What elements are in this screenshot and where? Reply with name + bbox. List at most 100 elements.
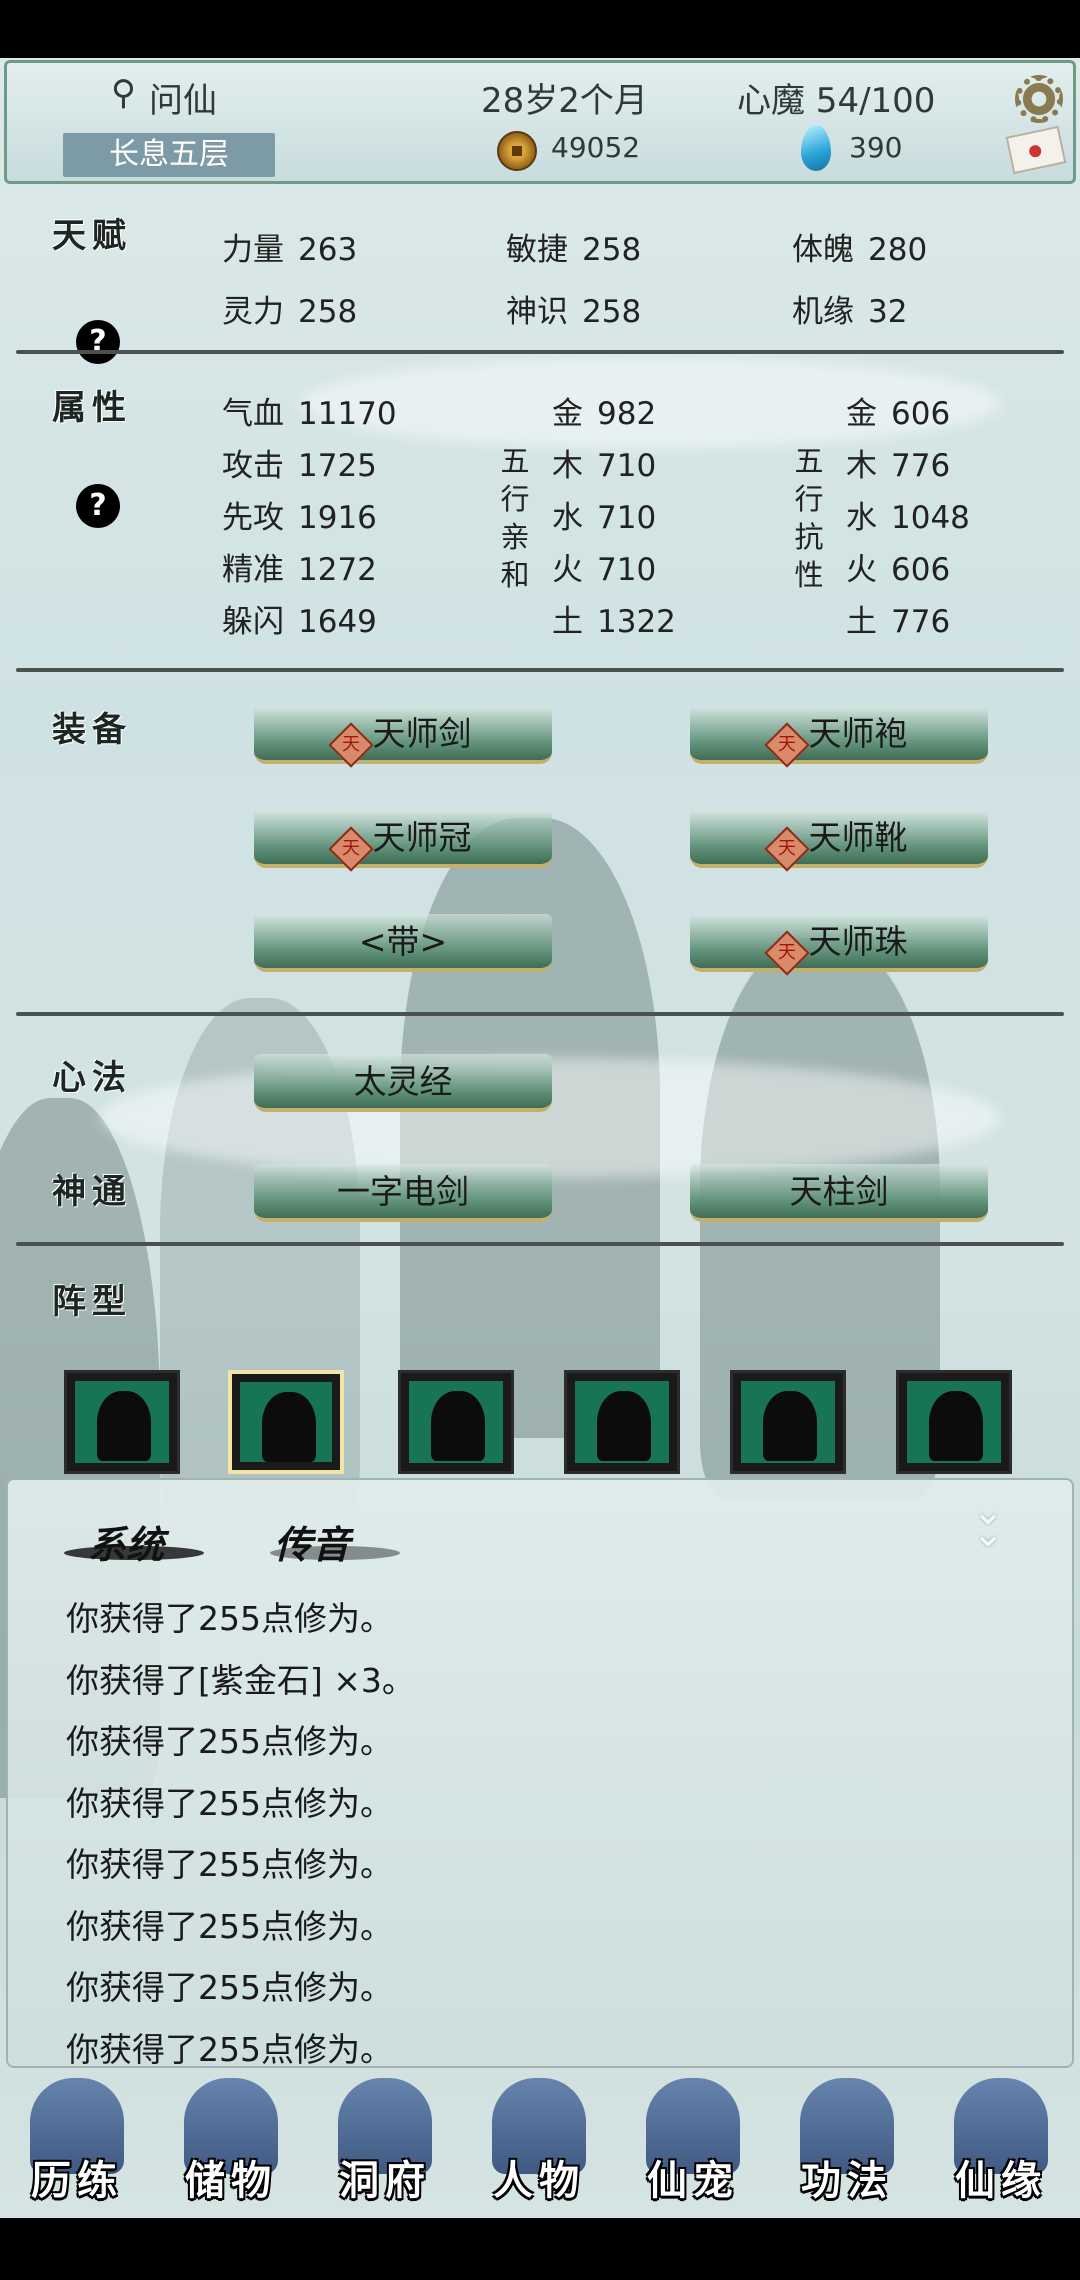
nav-item[interactable]: 功法 <box>770 2070 924 2218</box>
affinity-stat-label: 火 <box>552 552 583 588</box>
formation-slot[interactable] <box>564 1370 680 1474</box>
talent-stat: 灵力 258 <box>222 286 357 331</box>
double-chevron-down-icon[interactable]: ⌄ ⌄ <box>966 1492 1010 1552</box>
resist-stat: 火 606 <box>846 544 950 589</box>
coin-icon <box>497 131 537 171</box>
equipment-button[interactable]: 天天师靴 <box>690 810 988 872</box>
message-line: 你获得了255点修为。 <box>66 2029 393 2069</box>
talent-help-icon[interactable]: ? <box>76 320 120 364</box>
nav-item[interactable]: 历练 <box>0 2070 154 2218</box>
attr-stat-value: 1916 <box>298 500 377 536</box>
formation-slot[interactable] <box>896 1370 1012 1474</box>
equipment-button[interactable]: <带> <box>254 914 552 972</box>
nav-item[interactable]: 仙宠 <box>616 2070 770 2218</box>
talent-stat-value: 258 <box>298 294 358 330</box>
status-bar: ⚲ 问仙 长息五层 28岁2个月 心魔 54/100 49052 390 <box>4 60 1076 184</box>
talent-stat-label: 机缘 <box>792 294 854 330</box>
skill-button-1[interactable]: 一字电剑 <box>254 1164 552 1222</box>
resist-stat-label: 木 <box>846 448 877 484</box>
nav-label: 历练 <box>31 2158 123 2204</box>
tian-badge-icon: 天 <box>327 722 374 768</box>
tian-badge-text: 天 <box>341 734 360 755</box>
coin-count: 49052 <box>551 131 641 164</box>
attr-stat-value: 1272 <box>298 552 377 588</box>
affinity-label-char: 亲 <box>500 520 530 554</box>
equipment-name: 天师靴 <box>808 818 908 857</box>
tab-system[interactable]: 系统 <box>88 1514 164 1569</box>
divider <box>16 350 1064 354</box>
affinity-stat-value: 1322 <box>597 604 676 640</box>
mail-icon[interactable] <box>1005 125 1067 175</box>
equipment-name: 天师袍 <box>808 714 908 753</box>
resist-stat-value: 606 <box>891 552 951 588</box>
attr-stat: 先攻 1916 <box>222 492 377 537</box>
affinity-stat-value: 710 <box>597 448 657 484</box>
affinity-stat-value: 982 <box>597 396 657 432</box>
nav-label: 洞府 <box>339 2158 431 2204</box>
equipment-button[interactable]: 天天师冠 <box>254 810 552 872</box>
talent-stat-value: 263 <box>298 232 358 268</box>
message-line: 你获得了255点修为。 <box>66 1783 393 1823</box>
app-root: ⚲ 问仙 长息五层 28岁2个月 心魔 54/100 49052 390 天赋 … <box>0 58 1080 2218</box>
player-age: 28岁2个月 <box>481 81 648 121</box>
resist-stat: 水 1048 <box>846 492 970 537</box>
resist-stat-label: 火 <box>846 552 877 588</box>
settings-gear-icon[interactable] <box>1015 75 1063 123</box>
affinity-stat: 木 710 <box>552 440 656 485</box>
realm-badge[interactable]: 长息五层 <box>63 133 275 177</box>
talent-stat-label: 体魄 <box>792 232 854 268</box>
attr-stat: 攻击 1725 <box>222 440 377 485</box>
affinity-stat-label: 土 <box>552 604 583 640</box>
tian-badge-text: 天 <box>777 734 796 755</box>
equipment-button[interactable]: 天天师袍 <box>690 706 988 768</box>
affinity-label-char: 行 <box>500 482 530 516</box>
equipment-name: 天师剑 <box>372 714 472 753</box>
talent-stat: 力量 263 <box>222 224 357 269</box>
equipment-button[interactable]: 天天师珠 <box>690 914 988 976</box>
affinity-stat: 金 982 <box>552 388 656 433</box>
resist-label-char: 五 <box>794 444 824 478</box>
skill-button-2[interactable]: 天柱剑 <box>690 1164 988 1222</box>
nav-label: 人物 <box>493 2158 585 2204</box>
formation-slot[interactable] <box>64 1370 180 1474</box>
talent-stat: 机缘 32 <box>792 286 907 331</box>
formation-slot[interactable] <box>398 1370 514 1474</box>
formation-slot[interactable] <box>228 1370 344 1474</box>
unit-silhouette-icon <box>763 1391 817 1461</box>
section-label-method: 心法 <box>52 1058 132 1098</box>
affinity-vertical-label: 五行亲和 <box>498 442 532 594</box>
section-label-talent: 天赋 <box>52 216 132 256</box>
equipment-button[interactable]: 天天师剑 <box>254 706 552 768</box>
section-label-attributes: 属性 <box>52 388 132 428</box>
resist-label-char: 性 <box>794 558 824 592</box>
tian-badge-text: 天 <box>777 942 796 963</box>
tian-badge-icon: 天 <box>327 826 374 872</box>
attributes-help-icon[interactable]: ? <box>76 484 120 528</box>
resist-label-char: 行 <box>794 482 824 516</box>
nav-label: 仙宠 <box>647 2158 739 2204</box>
nav-item[interactable]: 人物 <box>462 2070 616 2218</box>
resist-label-char: 抗 <box>794 520 824 554</box>
attr-stat-label: 先攻 <box>222 500 284 536</box>
talent-stat: 神识 258 <box>506 286 641 331</box>
message-line: 你获得了[紫金石] ×3。 <box>66 1660 415 1700</box>
attr-stat-label: 攻击 <box>222 448 284 484</box>
tian-badge-text: 天 <box>777 838 796 859</box>
attr-stat-label: 精准 <box>222 552 284 588</box>
unit-silhouette-icon <box>262 1392 316 1462</box>
talent-stat-label: 灵力 <box>222 294 284 330</box>
formation-slot[interactable] <box>730 1370 846 1474</box>
resist-stat-value: 606 <box>891 396 951 432</box>
nav-item[interactable]: 仙缘 <box>924 2070 1078 2218</box>
divider <box>16 668 1064 672</box>
method-button[interactable]: 太灵经 <box>254 1054 552 1112</box>
nav-item[interactable]: 洞府 <box>308 2070 462 2218</box>
player-name[interactable]: 问仙 <box>149 73 217 122</box>
unit-silhouette-icon <box>929 1391 983 1461</box>
spirit-stone-icon <box>801 125 831 171</box>
divider <box>16 1242 1064 1246</box>
nav-item[interactable]: 储物 <box>154 2070 308 2218</box>
affinity-label-char: 五 <box>500 444 530 478</box>
attr-stat-value: 1649 <box>298 604 377 640</box>
tab-whisper[interactable]: 传音 <box>274 1514 350 1569</box>
